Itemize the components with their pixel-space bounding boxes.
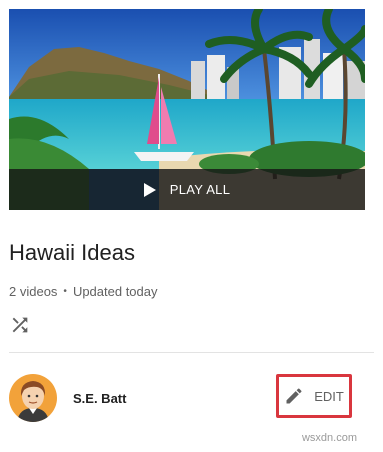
avatar-image (9, 374, 57, 422)
updated-text: Updated today (72, 284, 158, 299)
playlist-thumbnail[interactable]: PLAY ALL (9, 9, 365, 210)
playlist-meta: 2 videos • Updated today (9, 284, 158, 299)
playlist-title: Hawaii Ideas (9, 240, 135, 265)
owner-name[interactable]: S.E. Batt (73, 391, 126, 406)
shuffle-icon[interactable] (9, 314, 31, 336)
play-icon (143, 182, 156, 197)
play-all-label: PLAY ALL (169, 182, 231, 197)
watermark: wsxdn.com (301, 432, 357, 444)
play-all-button[interactable]: PLAY ALL (9, 169, 365, 210)
meta-separator: • (63, 286, 67, 297)
edit-button[interactable]: EDIT (276, 374, 352, 418)
avatar[interactable] (9, 374, 57, 422)
divider (9, 352, 374, 353)
video-count: 2 videos (9, 284, 58, 299)
pencil-icon (286, 388, 302, 404)
edit-label: EDIT (314, 388, 344, 404)
